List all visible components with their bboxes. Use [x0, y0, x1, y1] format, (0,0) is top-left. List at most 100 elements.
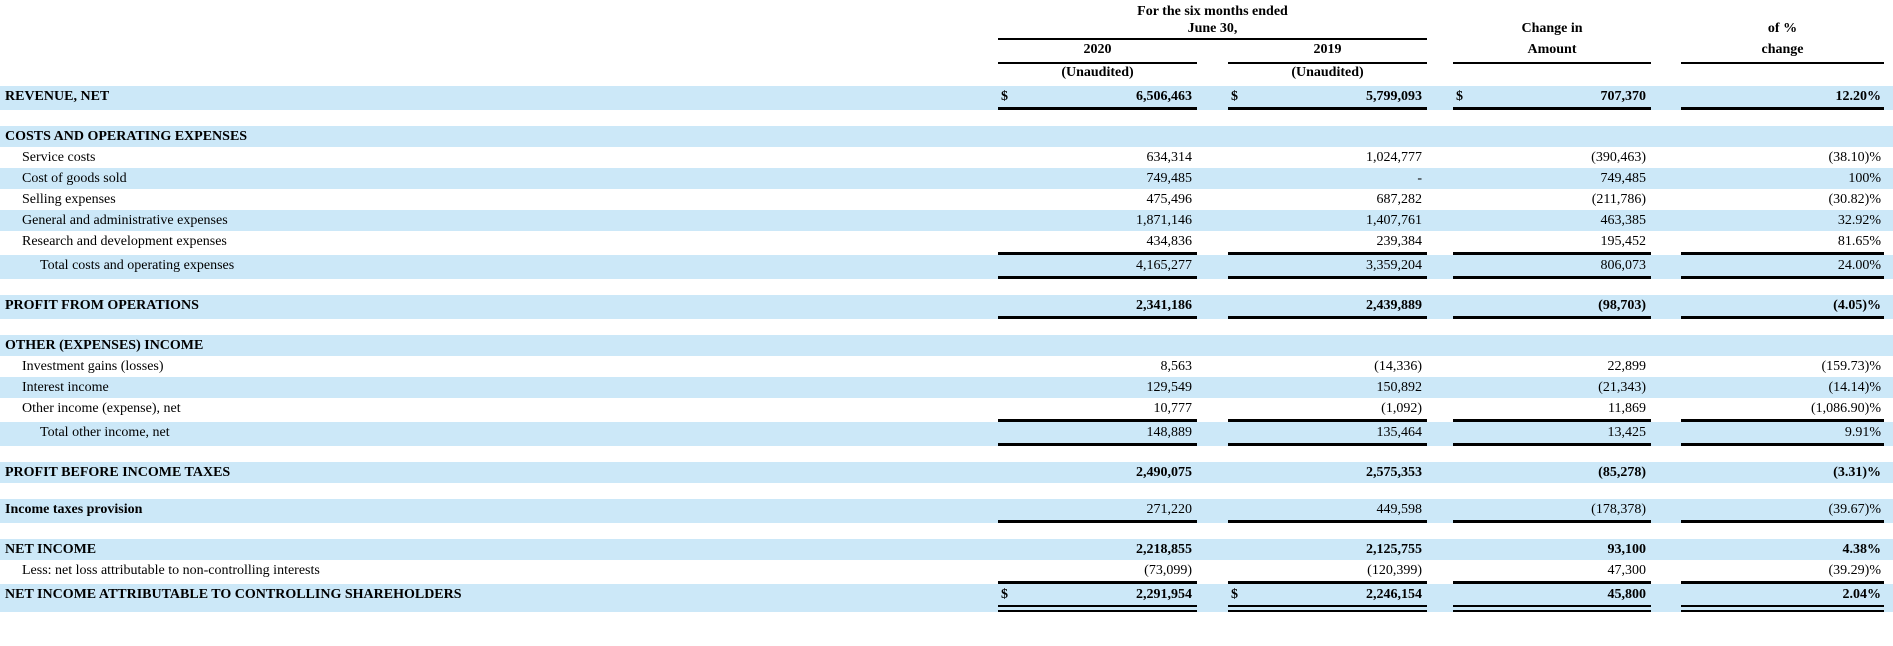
- value-2020-cell: 4,165,277: [998, 255, 1197, 279]
- row-label: Total other income, net: [40, 425, 170, 440]
- change-header-line2: Amount: [1453, 40, 1651, 64]
- value-2019: 2,575,353: [1366, 465, 1422, 480]
- change-amount-value: (21,343): [1598, 380, 1646, 395]
- percent-change-cell: 24.00%: [1681, 255, 1884, 279]
- column-gap: [1427, 295, 1453, 319]
- table-row: Other income (expense), net 10,777 (1,09…: [0, 398, 1893, 422]
- value-2020: 2,490,075: [1136, 465, 1192, 480]
- change-amount-value: (211,786): [1591, 192, 1646, 207]
- column-gap: [1651, 560, 1681, 584]
- row-label: NET INCOME ATTRIBUTABLE TO CONTROLLING S…: [5, 587, 462, 602]
- column-gap: [1427, 584, 1453, 612]
- change-amount-cell: 11,869: [1453, 398, 1651, 422]
- value-2020: 475,496: [1146, 192, 1193, 207]
- right-margin: [1884, 295, 1893, 319]
- period-title-line1: For the six months ended: [1137, 4, 1288, 19]
- spacer-row: [0, 319, 1893, 335]
- value-2020: [1001, 335, 1192, 356]
- table-row: PROFIT BEFORE INCOME TAXES 2,490,075 2,5…: [0, 462, 1893, 483]
- percent-change-cell: 32.92%: [1681, 210, 1884, 231]
- column-gap: [1197, 539, 1228, 560]
- value-2019: [1231, 126, 1422, 147]
- row-label: Research and development expenses: [22, 234, 227, 249]
- row-label: Less: net loss attributable to non-contr…: [22, 563, 320, 578]
- value-2019-cell: 239,384: [1228, 231, 1427, 255]
- value-2019: 2,246,154: [1366, 587, 1422, 602]
- value-2019-cell: (120,399): [1228, 560, 1427, 584]
- value-2020: 8,563: [1160, 359, 1193, 374]
- change-amount-value: 93,100: [1607, 542, 1647, 557]
- percent-header-line1: of %: [1767, 21, 1798, 36]
- percent-change-value: 24.00%: [1837, 258, 1881, 273]
- value-2020: (73,099): [1144, 563, 1192, 578]
- value-2019-cell: 135,464: [1228, 422, 1427, 446]
- table-row: Income taxes provision 271,220 449,598 (…: [0, 499, 1893, 523]
- column-gap: [1427, 147, 1453, 168]
- column-gap: [1427, 210, 1453, 231]
- table-row: NET INCOME 2,218,855 2,125,755 93,100 4.…: [0, 539, 1893, 560]
- value-2020: 6,506,463: [1136, 89, 1192, 104]
- value-2019-cell: [1228, 126, 1427, 147]
- percent-change-value: (14.14)%: [1828, 380, 1882, 395]
- table-row: Total costs and operating expenses 4,165…: [0, 255, 1893, 279]
- table-row: PROFIT FROM OPERATIONS 2,341,186 2,439,8…: [0, 295, 1893, 319]
- percent-change-value: [1684, 126, 1881, 147]
- period-header-group: For the six months ended June 30, 2020 2…: [998, 0, 1427, 86]
- value-2019-cell: -: [1228, 168, 1427, 189]
- value-2020-cell: 8,563: [998, 356, 1197, 377]
- change-amount-cell: 13,425: [1453, 422, 1651, 446]
- value-2019: 239,384: [1376, 234, 1423, 249]
- table-header: For the six months ended June 30, 2020 2…: [0, 0, 1893, 86]
- value-2019: 1,024,777: [1366, 150, 1422, 165]
- percent-change-cell: (3.31)%: [1681, 462, 1884, 483]
- value-2020-cell: [998, 335, 1197, 356]
- row-label: PROFIT FROM OPERATIONS: [5, 298, 199, 313]
- table-row: General and administrative expenses 1,87…: [0, 210, 1893, 231]
- year-header-row: 2020 2019: [998, 40, 1427, 64]
- change-amount-cell: [1453, 126, 1651, 147]
- value-2020-cell: 634,314: [998, 147, 1197, 168]
- change-amount-cell: 463,385: [1453, 210, 1651, 231]
- value-2019-cell: (1,092): [1228, 398, 1427, 422]
- table-row: REVENUE, NET $ 6,506,463 $ 5,799,093 $ 7…: [0, 86, 1893, 110]
- column-gap: [1197, 295, 1228, 319]
- value-2019: -: [1417, 171, 1422, 186]
- right-margin: [1884, 255, 1893, 279]
- header-spacer: [1681, 0, 1884, 21]
- column-gap: [1427, 168, 1453, 189]
- right-margin: [1884, 499, 1893, 523]
- right-margin: [1884, 168, 1893, 189]
- percent-change-value: (3.31)%: [1833, 465, 1881, 480]
- table-row: Interest income 129,549 150,892 (21,343)…: [0, 377, 1893, 398]
- value-2019: 2,125,755: [1366, 542, 1422, 557]
- column-gap: [1427, 335, 1453, 356]
- percent-change-header: of % change: [1681, 0, 1884, 86]
- value-2019-cell: 1,407,761: [1228, 210, 1427, 231]
- right-margin: [1884, 210, 1893, 231]
- column-gap: [1427, 422, 1453, 446]
- change-header-line1: Change in: [1521, 21, 1583, 36]
- spacer-row: [0, 110, 1893, 126]
- change-amount-value: (390,463): [1591, 150, 1646, 165]
- right-margin: [1884, 126, 1893, 147]
- value-2020-cell: 2,218,855: [998, 539, 1197, 560]
- value-2019: 1,407,761: [1366, 213, 1422, 228]
- value-2020-cell: 129,549: [998, 377, 1197, 398]
- column-gap: [1427, 539, 1453, 560]
- column-gap: [1197, 64, 1228, 82]
- column-gap: [1427, 255, 1453, 279]
- percent-change-value: 9.91%: [1844, 425, 1881, 440]
- unaudited-2020-label: (Unaudited): [1061, 65, 1134, 80]
- table-row: Investment gains (losses) 8,563 (14,336)…: [0, 356, 1893, 377]
- right-margin: [1884, 560, 1893, 584]
- value-2019: [1231, 335, 1422, 356]
- change-amount-cell: 806,073: [1453, 255, 1651, 279]
- percent-change-cell: (159.73)%: [1681, 356, 1884, 377]
- change-amount-cell: 47,300: [1453, 560, 1651, 584]
- change-amount-value: [1456, 126, 1646, 147]
- header-spacer: [1453, 0, 1651, 21]
- percent-change-cell: (39.29)%: [1681, 560, 1884, 584]
- percent-change-value: (39.29)%: [1828, 563, 1882, 578]
- value-2019: (120,399): [1367, 563, 1422, 578]
- value-2020-cell: $ 2,291,954: [998, 584, 1197, 612]
